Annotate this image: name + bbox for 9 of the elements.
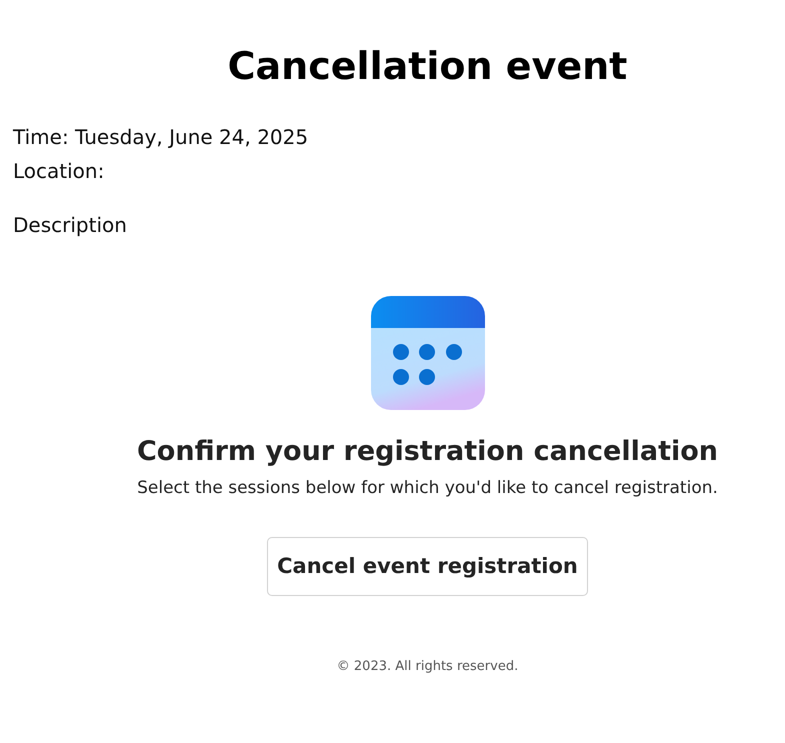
page-title: Cancellation event	[228, 43, 628, 90]
detail-text: Location:	[13, 158, 104, 184]
calendar-icon	[370, 296, 484, 410]
confirm-heading: Confirm your registration cancellation	[136, 435, 718, 469]
description-heading: Description	[13, 212, 127, 238]
footer-text: © 2023. All rights reserved.	[336, 658, 518, 676]
detail-text: Time: Tuesday, June 24, 2025	[13, 124, 308, 150]
cancel-registration-button[interactable]: Cancel event registration	[267, 537, 588, 596]
confirm-text: Select the sessions below for which you'd like to cancel registration.	[137, 477, 718, 500]
